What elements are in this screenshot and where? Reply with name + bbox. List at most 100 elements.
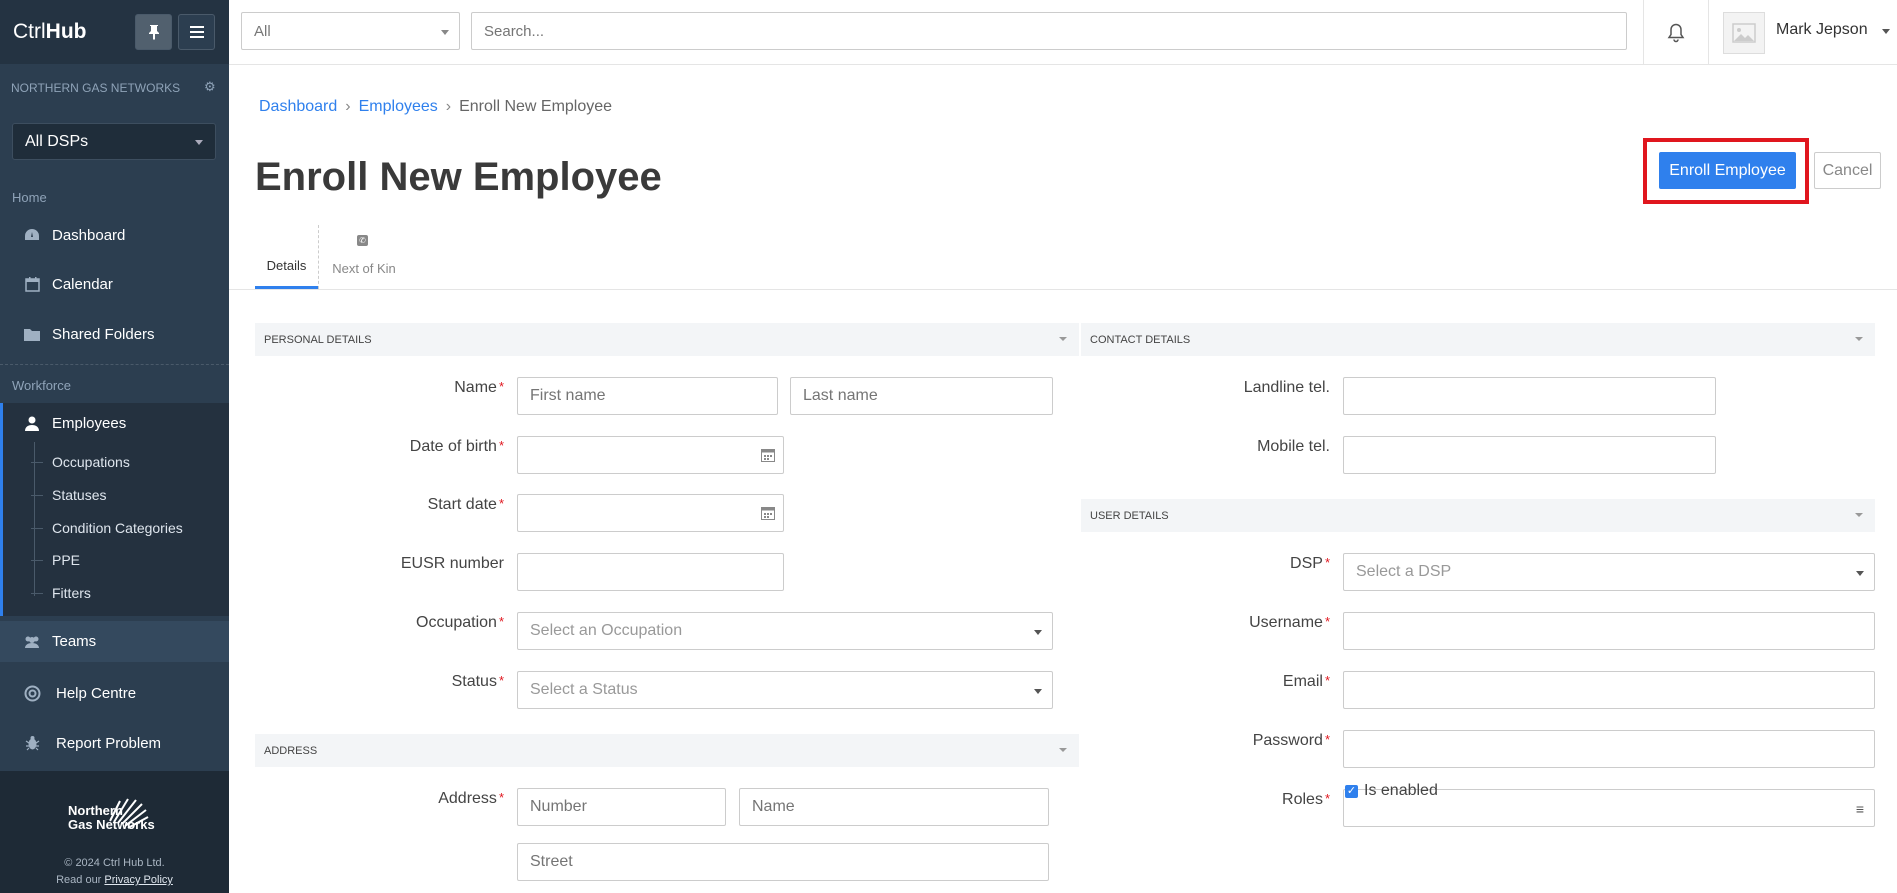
start-date-input[interactable] (517, 494, 784, 532)
dob-input[interactable] (517, 436, 784, 474)
address-label: Address * (438, 790, 504, 807)
sidebar-subitem-ppe[interactable]: PPE (52, 552, 80, 568)
password-label: Password * (1252, 732, 1330, 749)
tab-details[interactable]: Details (255, 225, 318, 289)
eusr-number-input[interactable] (517, 553, 784, 591)
username-label: Username * (1249, 614, 1330, 631)
pin-button[interactable] (135, 14, 172, 50)
chevron-down-icon (1059, 748, 1067, 752)
chevron-down-icon (1059, 337, 1067, 341)
notifications-button[interactable] (1643, 0, 1709, 65)
address-name-input[interactable] (739, 788, 1049, 826)
landline-input[interactable] (1343, 377, 1716, 415)
sidebar-subitem-fitters[interactable]: Fitters (52, 585, 91, 601)
occupation-placeholder: Select an Occupation (530, 622, 683, 639)
sidebar-subitem-statuses[interactable]: Statuses (52, 487, 106, 503)
dsp-scope-select[interactable]: All DSPs (12, 123, 216, 160)
tree-tick (31, 560, 43, 561)
section-workforce: Workforce (12, 378, 71, 393)
occupation-select[interactable]: Select an Occupation (517, 612, 1053, 650)
brand-logo[interactable]: CtrlHub (13, 20, 87, 44)
personal-details-header[interactable]: PERSONAL DETAILS (255, 323, 1079, 356)
is-enabled-checkbox[interactable]: ✓ (1345, 785, 1358, 798)
chevron-down-icon (1855, 337, 1863, 341)
tab-label: Next of Kin (332, 261, 396, 276)
panel-title: USER DETAILS (1090, 509, 1169, 522)
search-input[interactable] (471, 12, 1627, 50)
occupation-label: Occupation * (416, 614, 504, 631)
panel-title: ADDRESS (264, 744, 318, 757)
breadcrumb-dashboard[interactable]: Dashboard (259, 98, 337, 116)
name-label: Name * (454, 379, 504, 396)
avatar[interactable] (1723, 12, 1765, 54)
sidebar-item-calendar[interactable]: Calendar (0, 264, 229, 304)
tabs-divider (229, 289, 1897, 290)
cancel-button[interactable]: Cancel (1814, 152, 1881, 189)
address-street-input[interactable] (517, 843, 1049, 881)
topbar: All Mark Jepson (229, 0, 1897, 65)
privacy-prefix: Read our (56, 874, 102, 886)
status-select[interactable]: Select a Status (517, 671, 1053, 709)
eusr-label: EUSR number (400, 555, 504, 572)
address-header[interactable]: ADDRESS (255, 734, 1079, 767)
chevron-down-icon (1034, 689, 1042, 694)
email-label: Email * (1282, 673, 1330, 690)
address-number-input[interactable] (517, 788, 726, 826)
tree-tick (31, 528, 43, 529)
is-enabled-label[interactable]: Is enabled (1364, 782, 1438, 800)
sidebar: CtrlHub NORTHERN GAS NETWORKS ⚙ All DSPs… (0, 0, 229, 893)
dsp-select[interactable]: Select a DSP (1343, 553, 1875, 591)
chevron-down-icon (1856, 571, 1864, 576)
sidebar-footer: Northern Gas Networks © 2024 Ctrl Hub Lt… (0, 771, 229, 893)
gear-icon[interactable]: ⚙ (204, 79, 216, 95)
first-name-input[interactable] (517, 377, 778, 415)
calendar-icon[interactable] (761, 506, 775, 520)
privacy-policy-link[interactable]: Privacy Policy (104, 874, 172, 886)
sidebar-item-report-problem[interactable]: Report Problem (0, 722, 229, 764)
sidebar-item-employees[interactable]: Employees (0, 403, 229, 443)
user-details-header[interactable]: USER DETAILS (1081, 499, 1875, 532)
dsp-label: DSP * (1290, 555, 1330, 572)
sidebar-item-shared-folders[interactable]: Shared Folders (0, 314, 229, 354)
status-placeholder: Select a Status (530, 681, 638, 698)
panel-title: PERSONAL DETAILS (264, 333, 372, 346)
section-home: Home (12, 190, 47, 205)
enroll-employee-button[interactable]: Enroll Employee (1659, 152, 1796, 189)
user-name[interactable]: Mark Jepson (1776, 21, 1868, 39)
menu-toggle-button[interactable] (178, 14, 215, 50)
sidebar-item-teams[interactable]: Teams (0, 621, 229, 662)
breadcrumb-employees[interactable]: Employees (359, 98, 438, 116)
calendar-icon[interactable] (761, 448, 775, 462)
dob-label: Date of birth * (409, 438, 504, 455)
phone-icon: ✆ (357, 235, 368, 246)
contact-details-header[interactable]: CONTACT DETAILS (1081, 323, 1875, 356)
username-input[interactable] (1343, 612, 1875, 650)
chevron-down-icon[interactable] (1882, 29, 1890, 34)
list-icon: ≡ (1855, 801, 1864, 817)
last-name-input[interactable] (790, 377, 1053, 415)
sidebar-item-label: Report Problem (56, 734, 162, 752)
dsp-scope-value: All DSPs (25, 132, 89, 150)
search-scope-select[interactable]: All (241, 12, 460, 50)
mobile-input[interactable] (1343, 436, 1716, 474)
mobile-label: Mobile tel. (1257, 438, 1330, 455)
user-icon (22, 413, 42, 433)
tree-tick (31, 593, 43, 594)
email-input[interactable] (1343, 671, 1875, 709)
hamburger-icon (189, 26, 204, 38)
users-icon (22, 632, 42, 652)
breadcrumb-current: Enroll New Employee (459, 98, 613, 115)
password-input[interactable] (1343, 730, 1875, 768)
sidebar-item-dashboard[interactable]: Dashboard (0, 215, 229, 255)
tab-next-of-kin[interactable]: ✆ Next of Kin (318, 225, 408, 289)
sidebar-subitem-occupations[interactable]: Occupations (52, 454, 130, 470)
sidebar-subitem-condition-categories[interactable]: Condition Categories (52, 520, 183, 536)
copyright: © 2024 Ctrl Hub Ltd. (64, 857, 165, 869)
main-content: Dashboard › Employees › Enroll New Emplo… (229, 65, 1897, 893)
dsp-placeholder: Select a DSP (1356, 563, 1452, 580)
panel-title: CONTACT DETAILS (1090, 333, 1191, 346)
chevron-down-icon (441, 30, 449, 35)
chevron-down-icon (1855, 513, 1863, 517)
sidebar-item-help-centre[interactable]: Help Centre (0, 672, 229, 714)
tree-tick (31, 462, 43, 463)
